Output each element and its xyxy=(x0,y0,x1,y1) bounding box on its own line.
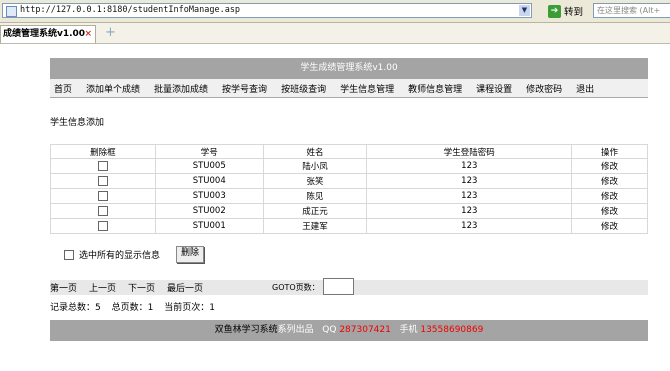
nav-batch-add-score[interactable]: 批量添加成绩 xyxy=(154,82,208,95)
record-stats: 记录总数：5 总页数：1 当前页次：1 xyxy=(50,300,223,313)
delete-checkbox[interactable] xyxy=(97,220,108,231)
footer-qq-label: QQ xyxy=(322,325,337,335)
go-button[interactable]: ➔ 转到 xyxy=(548,4,583,18)
nav-home[interactable]: 首页 xyxy=(54,82,72,95)
edit-link[interactable]: 修改 xyxy=(571,203,648,219)
student-id: STU005 xyxy=(154,158,264,174)
nav-course-settings[interactable]: 课程设置 xyxy=(476,82,512,95)
new-tab-icon[interactable]: + xyxy=(104,26,117,40)
footer-phone: 13558690869 xyxy=(420,325,484,335)
edit-link[interactable]: 修改 xyxy=(571,188,648,204)
arrow-right-icon: ➔ xyxy=(548,4,561,18)
browser-toolbar: http://127.0.0.1:8180/studentInfoManage.… xyxy=(0,0,670,23)
table-row: STU002 成正元 123 修改 xyxy=(50,203,648,219)
last-page-link[interactable]: 最后一页 xyxy=(167,281,203,294)
nav-change-password[interactable]: 修改密码 xyxy=(526,82,562,95)
table-row: STU001 王建军 123 修改 xyxy=(50,218,648,234)
goto-label: GOTO页数： xyxy=(272,283,320,292)
prev-page-link[interactable]: 上一页 xyxy=(89,281,116,294)
student-id: STU004 xyxy=(154,173,264,189)
student-password: 123 xyxy=(366,203,573,219)
delete-checkbox[interactable] xyxy=(97,205,108,216)
footer-brand: 双鱼林学习系统 xyxy=(214,325,278,335)
nav-query-by-class[interactable]: 按班级查询 xyxy=(281,82,326,95)
nav-query-by-id[interactable]: 按学号查询 xyxy=(222,82,267,95)
student-id: STU002 xyxy=(154,203,264,219)
column-header: 操作 xyxy=(571,144,648,159)
delete-checkbox[interactable] xyxy=(97,175,108,186)
first-page-link[interactable]: 第一页 xyxy=(50,281,77,294)
column-header: 学生登陆密码 xyxy=(366,144,573,159)
student-name: 成正元 xyxy=(262,203,368,219)
edit-link[interactable]: 修改 xyxy=(571,158,648,174)
edit-link[interactable]: 修改 xyxy=(571,218,648,234)
page-footer: 双鱼林学习系统系列出品 QQ 287307421 手机 13558690869 xyxy=(50,320,648,341)
table-row: STU003 陈见 123 修改 xyxy=(50,188,648,204)
tab-title: 成绩管理系统v1.00 xyxy=(3,29,86,39)
edit-link[interactable]: 修改 xyxy=(571,173,648,189)
student-name: 王建军 xyxy=(262,218,368,234)
table-header-row: 删除框 学号 姓名 学生登陆密码 操作 xyxy=(50,144,648,159)
nav-student-info[interactable]: 学生信息管理 xyxy=(340,82,394,95)
nav-logout[interactable]: 退出 xyxy=(576,82,594,95)
page-icon xyxy=(6,6,17,17)
tab-bar: 成绩管理系统v1.00 × + xyxy=(0,23,670,44)
select-all-checkbox[interactable] xyxy=(64,249,74,260)
student-name: 张笑 xyxy=(262,173,368,189)
address-url: http://127.0.0.1:8180/studentInfoManage.… xyxy=(20,5,241,15)
total-pages: 总页数：1 xyxy=(111,303,154,313)
select-all-row: 选中所有的显示信息 xyxy=(64,248,160,261)
address-bar[interactable]: http://127.0.0.1:8180/studentInfoManage.… xyxy=(2,3,532,18)
close-icon[interactable]: × xyxy=(84,26,92,42)
nav-teacher-info[interactable]: 教师信息管理 xyxy=(408,82,462,95)
table-row: STU004 张笑 123 修改 xyxy=(50,173,648,189)
footer-phone-label: 手机 xyxy=(399,325,418,335)
nav-add-single-score[interactable]: 添加单个成绩 xyxy=(86,82,140,95)
delete-checkbox[interactable] xyxy=(97,160,108,171)
select-all-label: 选中所有的显示信息 xyxy=(79,251,161,261)
footer-series: 系列出品 xyxy=(277,325,314,335)
student-password: 123 xyxy=(366,188,573,204)
student-table: 删除框 学号 姓名 学生登陆密码 操作 STU005 陆小凤 123 修改 ST… xyxy=(50,144,648,234)
student-password: 123 xyxy=(366,158,573,174)
student-password: 123 xyxy=(366,173,573,189)
page-header: 学生成绩管理系统v1.00 首页 添加单个成绩 批量添加成绩 按学号查询 按班级… xyxy=(50,58,648,98)
footer-qq: 287307421 xyxy=(339,325,391,335)
browser-search-input[interactable]: 在这里搜索 (Alt+ xyxy=(593,3,670,18)
current-page: 当前页次：1 xyxy=(164,303,215,313)
student-password: 123 xyxy=(366,218,573,234)
browser-tab[interactable]: 成绩管理系统v1.00 × xyxy=(0,25,96,43)
column-header: 学号 xyxy=(154,144,264,159)
delete-checkbox[interactable] xyxy=(97,190,108,201)
nav-bar: 首页 添加单个成绩 批量添加成绩 按学号查询 按班级查询 学生信息管理 教师信息… xyxy=(50,79,648,98)
student-id: STU001 xyxy=(154,218,264,234)
go-label: 转到 xyxy=(564,7,584,18)
student-name: 陈见 xyxy=(262,188,368,204)
pagination-bar: 第一页 上一页 下一页 最后一页 GOTO页数： xyxy=(50,278,648,295)
next-page-link[interactable]: 下一页 xyxy=(128,281,155,294)
page-title: 学生成绩管理系统v1.00 xyxy=(50,58,648,79)
section-title: 学生信息添加 xyxy=(50,118,105,128)
chevron-down-icon[interactable]: ▼ xyxy=(519,5,530,16)
delete-button[interactable]: 删除 xyxy=(176,246,205,263)
student-id: STU003 xyxy=(154,188,264,204)
total-records: 记录总数：5 xyxy=(50,303,101,313)
goto-page-input[interactable] xyxy=(323,278,354,295)
column-header: 删除框 xyxy=(50,144,156,159)
column-header: 姓名 xyxy=(262,144,368,159)
table-row: STU005 陆小凤 123 修改 xyxy=(50,158,648,174)
student-name: 陆小凤 xyxy=(262,158,368,174)
